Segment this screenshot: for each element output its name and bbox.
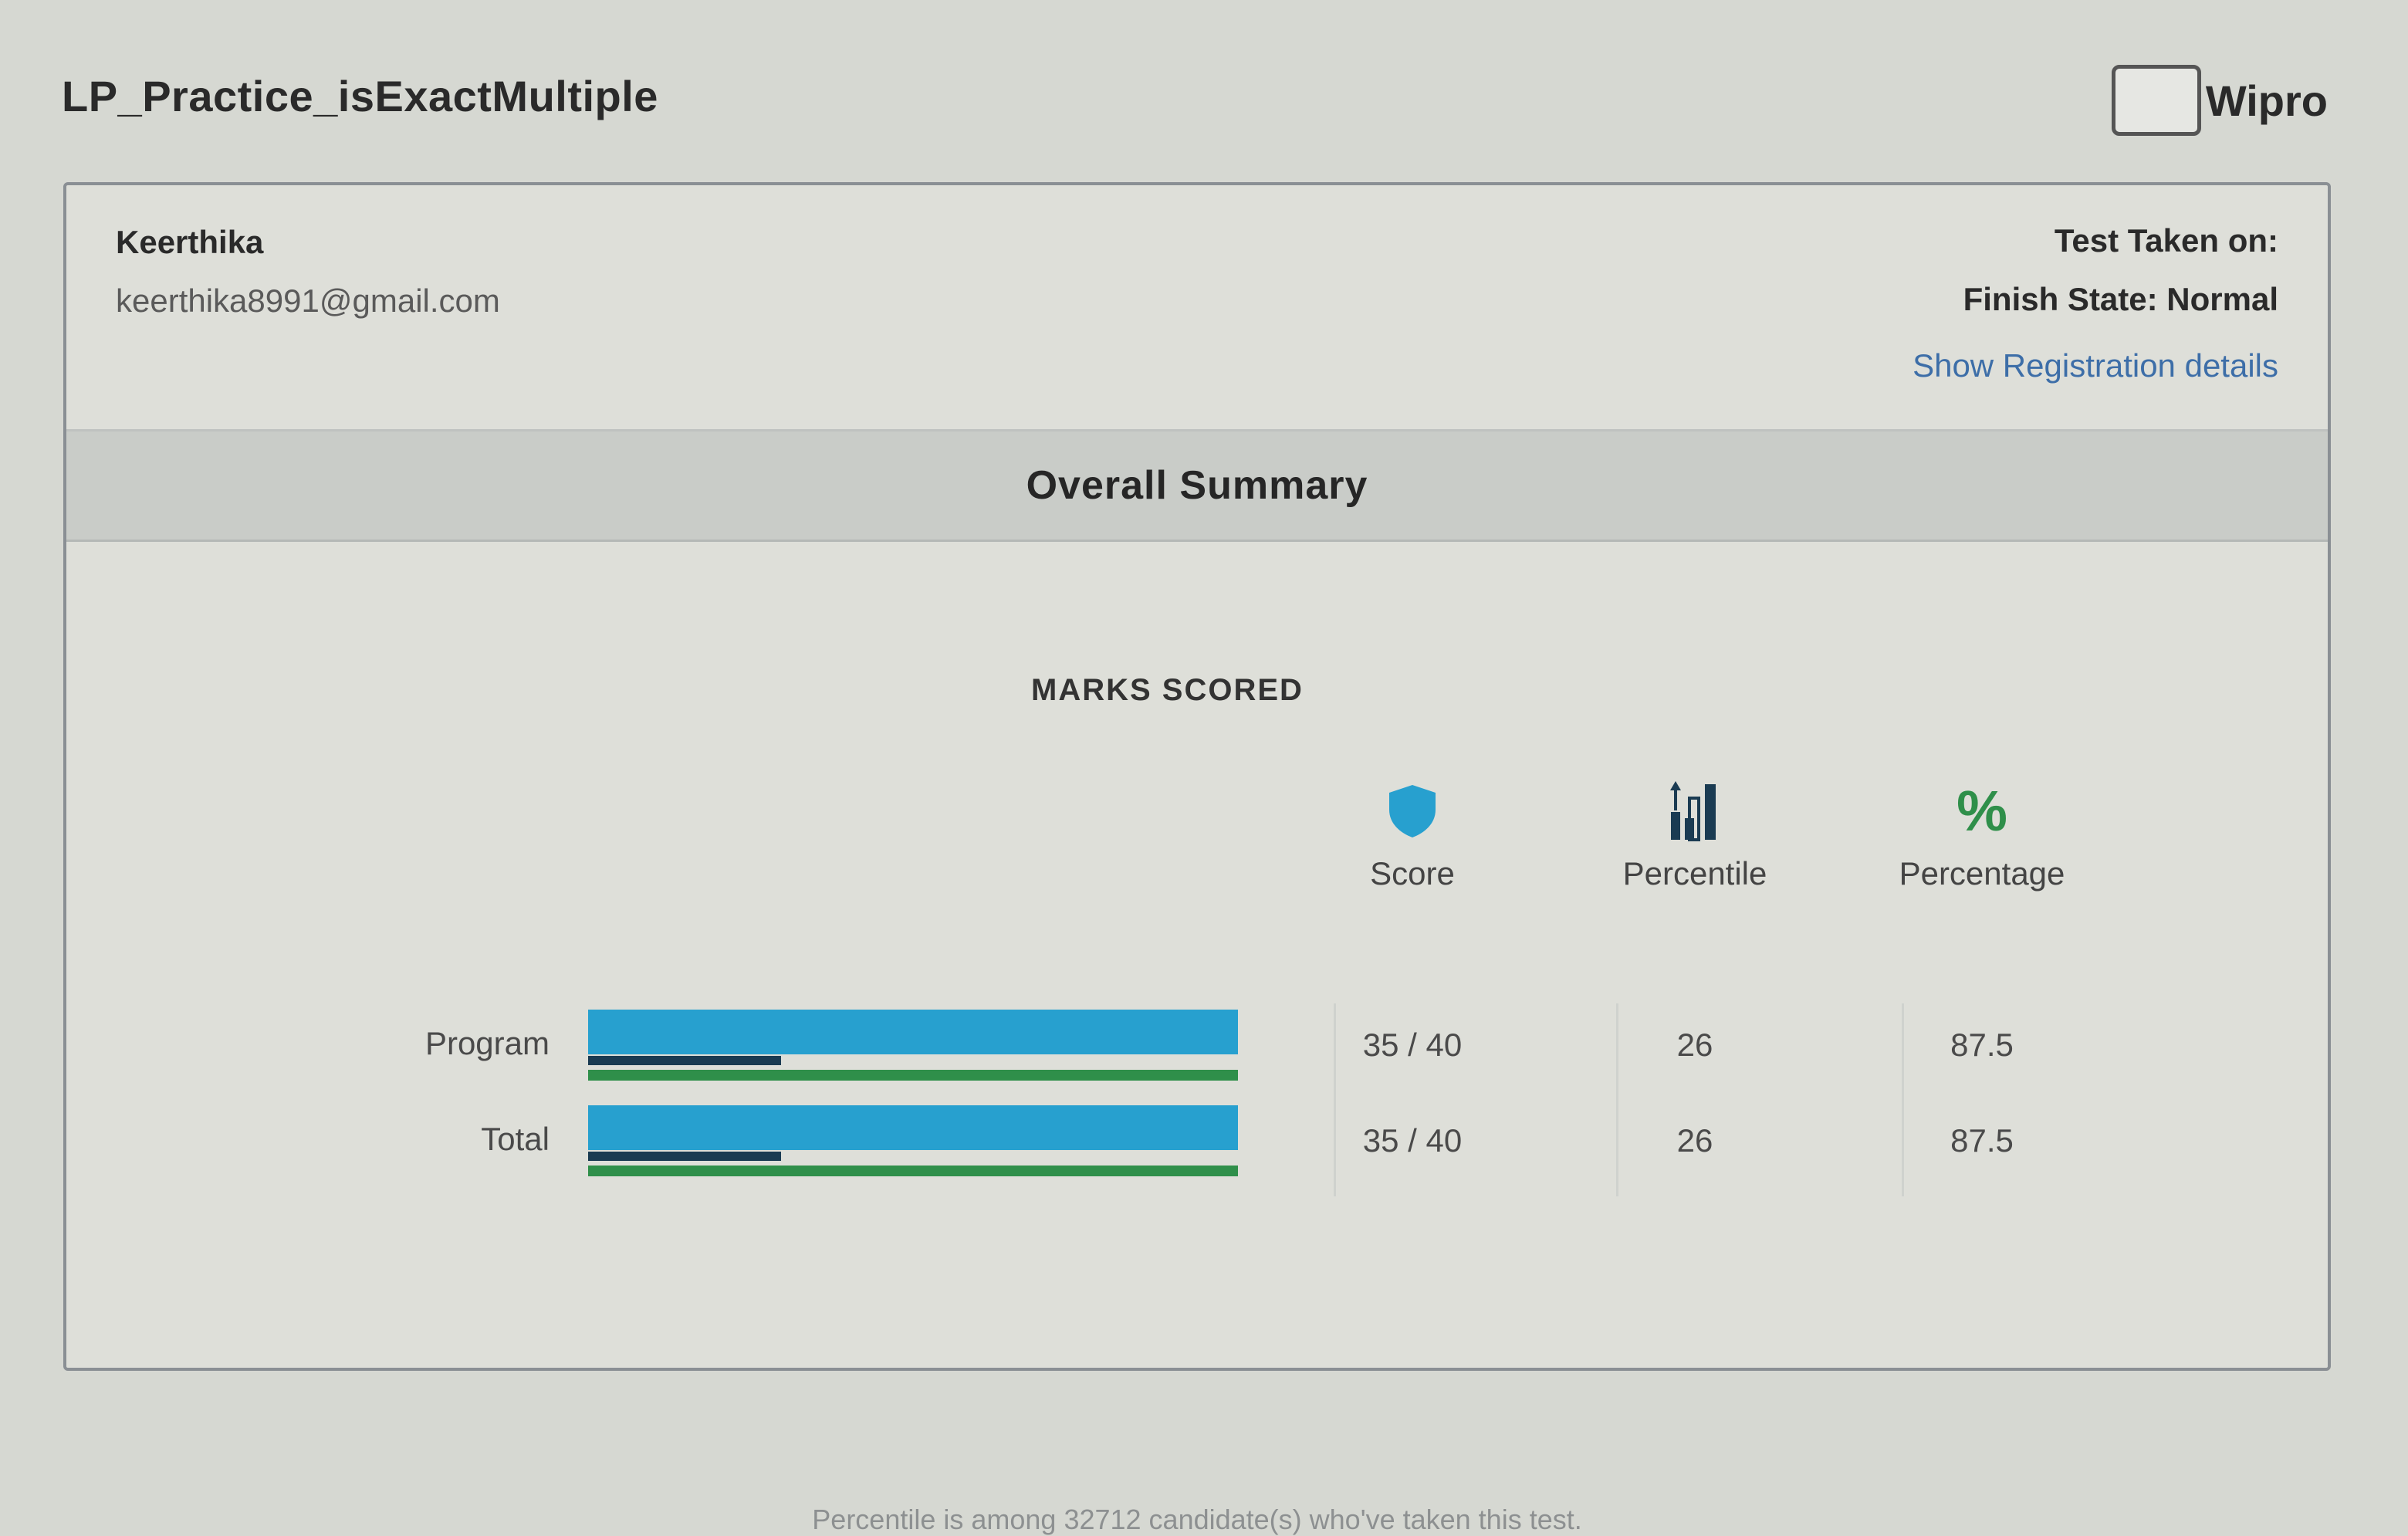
percentile-footnote: Percentile is among 32712 candidate(s) w… xyxy=(812,1504,1582,1535)
percentage-value: 87.5 xyxy=(1950,1122,2014,1159)
percentile-column-label: Percentile xyxy=(1622,855,1767,891)
test-taken-label: Test Taken on: xyxy=(2054,222,2278,259)
page-header: LP_Practice_isExactMultiple Wipro xyxy=(0,0,2408,185)
bar-chart-icon xyxy=(1571,778,1818,844)
row-label: Total xyxy=(481,1121,550,1157)
score-column-label: Score xyxy=(1370,855,1455,891)
percentile-column-header: Percentile xyxy=(1571,778,1818,892)
brand-logo xyxy=(2111,65,2201,136)
brand-name: Wipro xyxy=(2205,76,2328,125)
test-title: LP_Practice_isExactMultiple xyxy=(62,72,658,120)
percentile-value: 26 xyxy=(1676,1027,1713,1063)
score-bar xyxy=(588,1010,1238,1054)
finish-state: Finish State: Normal xyxy=(1963,281,2278,317)
result-row-total: Total 35 / 40 26 87.5 xyxy=(66,1105,2305,1190)
candidate-info-panel: Keerthika keerthika8991@gmail.com Test T… xyxy=(66,185,2328,431)
report-card: Keerthika keerthika8991@gmail.com Test T… xyxy=(63,182,2331,1535)
percentage-value: 87.5 xyxy=(1950,1027,2014,1063)
result-bars xyxy=(588,1105,1238,1182)
result-row-program: Program 35 / 40 26 87.5 xyxy=(66,1010,2305,1094)
marks-scored-title: MARKS SCORED xyxy=(1031,673,1304,707)
percentile-value: 26 xyxy=(1676,1122,1713,1159)
percentage-bar xyxy=(588,1166,1238,1176)
brand: Wipro xyxy=(2111,65,2328,136)
percentage-column-header: % Percentage xyxy=(1858,778,2105,892)
score-value: 35 / 40 xyxy=(1362,1122,1463,1159)
overall-summary-header: Overall Summary xyxy=(66,431,2328,542)
percentage-column-label: Percentage xyxy=(1899,855,2065,891)
score-value: 35 / 40 xyxy=(1362,1027,1463,1063)
percent-icon: % xyxy=(1956,779,2007,843)
percentage-bar xyxy=(588,1070,1238,1081)
marks-scored-section: MARKS SCORED Score Percentile % Percenta… xyxy=(66,542,2328,1535)
row-label: Program xyxy=(424,1025,550,1061)
score-bar xyxy=(588,1105,1238,1150)
overall-summary-title: Overall Summary xyxy=(1026,463,1368,508)
candidate-email: keerthika8991@gmail.com xyxy=(116,283,500,319)
candidate-name: Keerthika xyxy=(116,224,264,260)
score-column-header: Score xyxy=(1289,778,1536,892)
percentile-bar xyxy=(588,1152,781,1161)
shield-icon xyxy=(1289,778,1536,844)
show-registration-details-link[interactable]: Show Registration details xyxy=(1913,347,2278,384)
result-bars xyxy=(588,1010,1238,1087)
percentile-bar xyxy=(588,1056,781,1065)
